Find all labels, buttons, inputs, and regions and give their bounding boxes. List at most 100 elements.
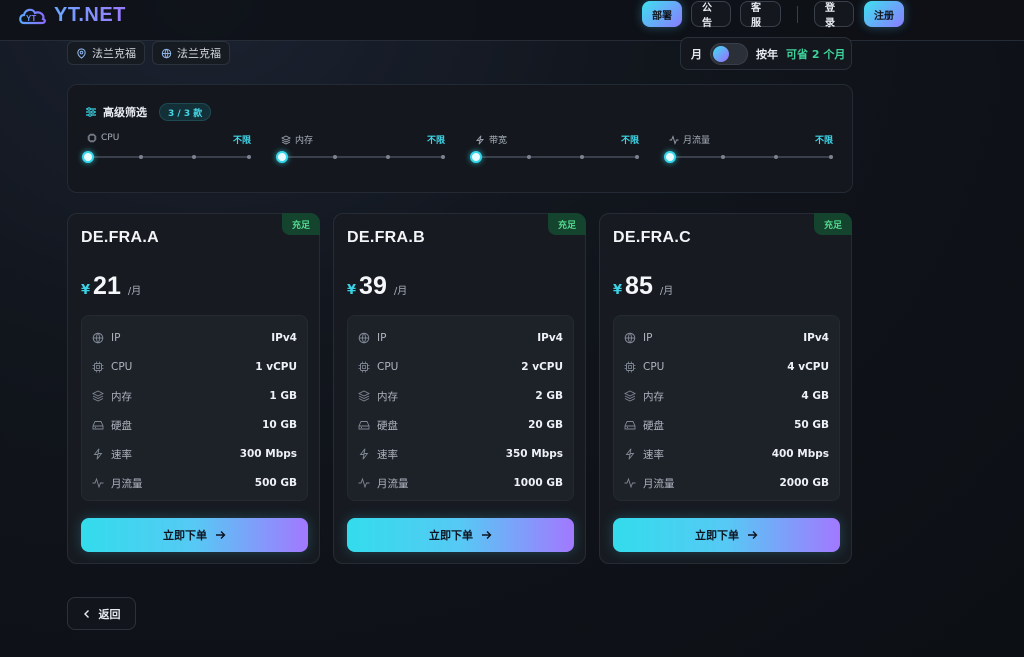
spec-label: IP — [111, 332, 121, 344]
spec-label: 硬盘 — [643, 419, 664, 432]
location-chip[interactable]: 法兰克福 — [67, 41, 145, 65]
spec-value: 2 vCPU — [521, 361, 563, 373]
slider-thumb[interactable] — [82, 151, 94, 163]
slider-value: 不限 — [814, 136, 833, 146]
monthly-label: 月 — [691, 47, 702, 61]
result-count-badge: 3 / 3 款 — [159, 103, 212, 121]
spec-value: IPv4 — [537, 332, 563, 344]
layers-icon — [92, 390, 104, 402]
price-unit: /月 — [659, 286, 674, 297]
cpu-icon — [92, 361, 104, 373]
bolt-icon — [625, 448, 635, 460]
spec-list: IP IPv4 CPU 1 vCPU 内存 1 GB 硬盘 10 GB 速率 3… — [81, 315, 308, 501]
spec-label: 月流量 — [643, 477, 675, 490]
spec-list: IP IPv4 CPU 4 vCPU 内存 4 GB 硬盘 50 GB 速率 4… — [613, 315, 840, 501]
billing-toggle[interactable] — [710, 42, 748, 65]
spec-value: 350 Mbps — [505, 448, 563, 460]
register-button[interactable]: 注册 — [864, 1, 904, 27]
spec-value: IPv4 — [803, 332, 829, 344]
spec-row: 速率 400 Mbps — [624, 445, 829, 463]
arrow-right-icon — [748, 531, 758, 539]
currency-symbol: ¥ — [347, 283, 357, 298]
slider-step — [333, 155, 337, 159]
slider-label: 带宽 — [489, 136, 508, 146]
spec-row: CPU 1 vCPU — [92, 358, 297, 376]
plan-card: 充足 DE.FRA.A ¥ 21 /月 IP IPv4 CPU 1 vCPU 内… — [67, 213, 320, 564]
plan-card: 充足 DE.FRA.B ¥ 39 /月 IP IPv4 CPU 2 vCPU 内… — [333, 213, 586, 564]
slider-thumb[interactable] — [470, 151, 482, 163]
spec-label: 硬盘 — [377, 419, 398, 432]
slider-thumb[interactable] — [276, 151, 288, 163]
slider-thumb[interactable] — [664, 151, 676, 163]
slider-track[interactable] — [470, 151, 639, 163]
filter-title: 高级筛选 — [103, 106, 147, 119]
plan-price: ¥ 21 /月 — [81, 272, 141, 301]
spec-label: 内存 — [377, 390, 398, 403]
bandwidth-filter-slider[interactable]: 带宽 不限 — [470, 133, 639, 163]
bolt-icon — [359, 448, 369, 460]
arrow-right-icon — [482, 531, 492, 539]
svg-text:YT: YT — [26, 14, 36, 23]
spec-label: 速率 — [377, 448, 398, 461]
activity-icon — [669, 134, 679, 145]
spec-label: CPU — [377, 361, 399, 373]
back-button[interactable]: 返回 — [67, 597, 136, 630]
spec-label: 月流量 — [377, 477, 409, 490]
order-now-button[interactable]: 立即下单 — [347, 518, 574, 552]
layers-icon — [281, 134, 291, 145]
spec-label: 月流量 — [111, 477, 143, 490]
slider-step — [774, 155, 778, 159]
spec-label: 速率 — [111, 448, 132, 461]
nav-support-button[interactable]: 客服 — [740, 1, 781, 29]
layers-icon — [358, 390, 370, 402]
plan-card: 充足 DE.FRA.C ¥ 85 /月 IP IPv4 CPU 4 vCPU 内… — [599, 213, 852, 564]
globe-icon — [358, 332, 370, 344]
spec-value: 500 GB — [254, 477, 297, 489]
activity-icon — [358, 477, 370, 489]
slider-track[interactable] — [276, 151, 445, 163]
login-button[interactable]: 登录 — [814, 1, 854, 29]
sliders-icon — [86, 107, 96, 117]
slider-track[interactable] — [664, 151, 833, 163]
activity-icon — [624, 477, 636, 489]
location-label: 法兰克福 — [92, 47, 136, 60]
slider-value: 不限 — [620, 136, 639, 146]
bolt-icon — [93, 448, 103, 460]
memory-filter-slider[interactable]: 内存 不限 — [276, 133, 445, 163]
slider-step — [386, 155, 390, 159]
order-label: 立即下单 — [695, 529, 739, 542]
nav-deploy-button[interactable]: 部署 — [642, 1, 682, 27]
region-chip[interactable]: 法兰克福 — [152, 41, 230, 65]
slider-step — [635, 155, 639, 159]
yearly-label: 按年 — [756, 47, 778, 61]
spec-row: 月流量 500 GB — [92, 474, 297, 492]
stock-badge: 充足 — [548, 213, 586, 235]
spec-row: 速率 350 Mbps — [358, 445, 563, 463]
cpu-filter-slider[interactable]: CPU 不限 — [82, 133, 251, 163]
spec-row: 速率 300 Mbps — [92, 445, 297, 463]
globe-icon — [624, 332, 636, 344]
slider-step — [247, 155, 251, 159]
nav-notice-button[interactable]: 公告 — [691, 1, 731, 29]
logo[interactable]: YT YT.NET — [18, 4, 126, 27]
slider-label: 内存 — [295, 136, 314, 146]
region-label: 法兰克福 — [177, 47, 221, 60]
price-unit: /月 — [393, 286, 408, 297]
price-value: 85 — [625, 272, 653, 300]
stock-badge: 充足 — [814, 213, 852, 235]
bolt-icon — [476, 135, 484, 144]
order-now-button[interactable]: 立即下单 — [81, 518, 308, 552]
slider-step — [527, 155, 531, 159]
slider-track[interactable] — [82, 151, 251, 163]
order-label: 立即下单 — [163, 529, 207, 542]
order-now-button[interactable]: 立即下单 — [613, 518, 840, 552]
hard-drive-icon — [624, 421, 636, 430]
advanced-filter-panel: 高级筛选 3 / 3 款 CPU 不限 内存 不限 带宽 不限 月流量 不限 — [67, 84, 853, 193]
plan-price: ¥ 39 /月 — [347, 272, 407, 301]
spec-label: 内存 — [643, 390, 664, 403]
top-nav: YT YT.NET 部署 公告 客服 登录 注册 — [0, 0, 1024, 41]
traffic-filter-slider[interactable]: 月流量 不限 — [664, 133, 833, 163]
billing-cycle-switch: 月 按年 可省 2 个月 — [680, 37, 852, 70]
slider-step — [192, 155, 196, 159]
slider-value: 不限 — [426, 136, 445, 146]
